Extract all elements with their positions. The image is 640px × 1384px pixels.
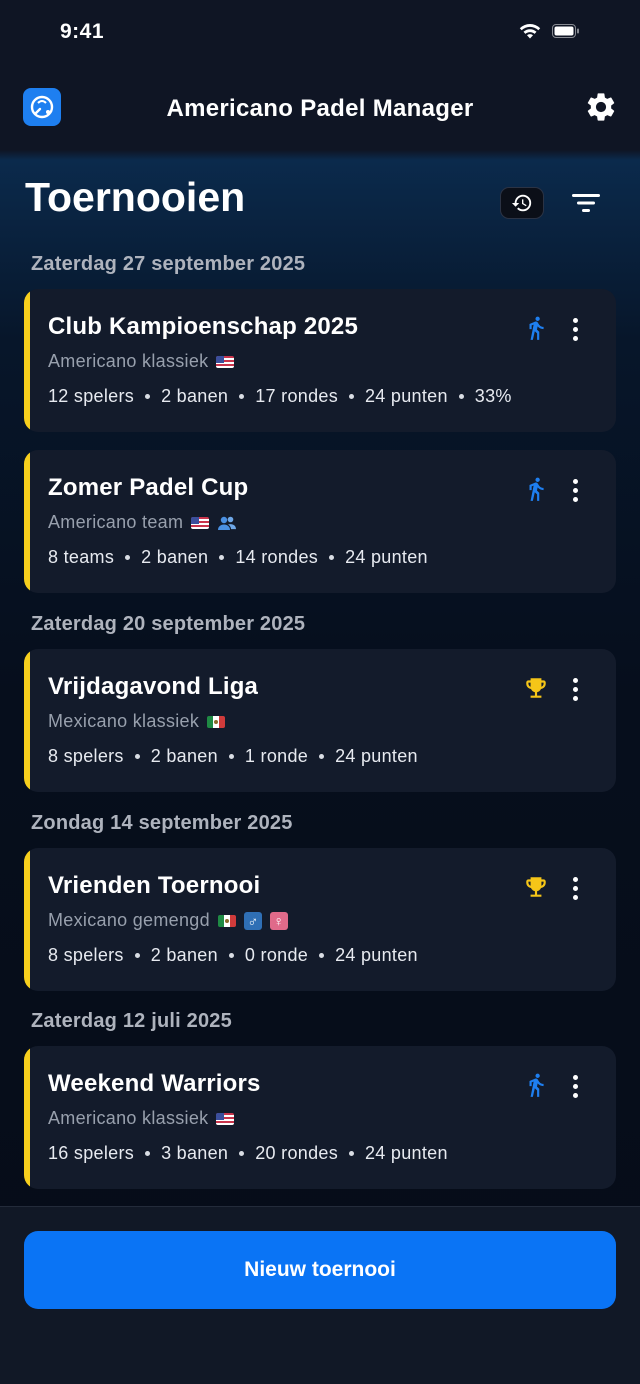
meta-rounds: 1 ronde [244,746,309,766]
new-tournament-button[interactable]: Nieuw toernooi [24,1231,616,1309]
meta-players: 12 spelers [48,386,135,406]
status-bar: 9:41 [0,0,640,68]
meta-rounds: 17 rondes [255,386,338,406]
more-options-icon[interactable] [564,476,586,504]
date-header: Zondag 14 september 2025 [31,812,293,834]
tournament-meta: 8 teams 2 banen 14 rondes 24 punten [48,547,428,568]
tournament-format: Americano klassiek [48,1108,235,1129]
mx-flag-icon [207,715,226,728]
history-icon [511,194,532,212]
more-options-icon[interactable] [564,315,586,343]
tournament-card[interactable]: Weekend Warriors Americano klassiek 16 s… [24,1046,616,1189]
more-options-icon[interactable] [564,1072,586,1100]
running-icon [521,313,551,343]
tournament-name: Zomer Padel Cup [48,474,249,501]
format-label: Mexicano gemengd [48,910,210,930]
settings-gear-icon[interactable] [584,90,618,124]
page-title: Toernooien [25,174,246,220]
meta-points: 24 punten [365,386,448,406]
meta-courts: 2 banen [141,547,209,567]
meta-rounds: 0 ronde [244,945,309,965]
card-accent-bar [24,1046,30,1189]
meta-players: 8 spelers [48,945,124,965]
format-label: Mexicano klassiek [48,711,200,731]
date-header: Zaterdag 12 juli 2025 [31,1010,232,1032]
date-header: Zaterdag 27 september 2025 [31,253,306,275]
meta-courts: 2 banen [150,945,218,965]
tournament-card[interactable]: Club Kampioenschap 2025 Americano klassi… [24,289,616,432]
meta-rounds: 14 rondes [235,547,319,567]
tournament-format: Mexicano gemengd ♂ ♀ [48,910,288,931]
status-icons [518,22,580,40]
meta-players: 8 spelers [48,746,124,766]
status-time: 9:41 [60,20,105,43]
card-accent-bar [24,289,30,432]
meta-progress: 33% [474,386,512,406]
female-icon: ♀ [269,911,288,930]
wifi-icon [519,24,541,39]
card-accent-bar [24,848,30,991]
format-label: Americano team [48,512,184,532]
tournament-card[interactable]: Zomer Padel Cup Americano team 8 teams 2… [24,450,616,593]
history-button[interactable] [500,187,544,219]
tournament-format: Mexicano klassiek [48,711,226,732]
filter-button[interactable] [568,188,604,218]
tournament-card[interactable]: Vrienden Toernooi Mexicano gemengd ♂ ♀ 8… [24,848,616,991]
date-header: Zaterdag 20 september 2025 [31,613,306,635]
trophy-icon [521,872,551,902]
tournament-format: Americano klassiek [48,351,235,372]
card-accent-bar [24,450,30,593]
running-icon [521,1070,551,1100]
card-accent-bar [24,649,30,792]
mx-flag-icon [217,914,236,927]
us-flag-icon [216,1112,235,1125]
format-label: Americano klassiek [48,1108,209,1128]
trophy-icon [521,673,551,703]
tournament-name: Vrienden Toernooi [48,872,261,899]
battery-icon [552,24,579,38]
us-flag-icon [216,355,235,368]
tournament-meta: 12 spelers 2 banen 17 rondes 24 punten 3… [48,386,512,407]
tournament-name: Vrijdagavond Liga [48,673,259,700]
meta-points: 24 punten [335,746,418,766]
more-options-icon[interactable] [564,874,586,902]
team-icon [217,515,237,531]
format-label: Americano klassiek [48,351,209,371]
meta-courts: 3 banen [161,1143,229,1163]
tournament-name: Weekend Warriors [48,1070,261,1097]
meta-points: 24 punten [335,945,418,965]
running-icon [521,474,551,504]
male-icon: ♂ [243,911,262,930]
meta-courts: 2 banen [161,386,229,406]
meta-rounds: 20 rondes [255,1143,338,1163]
tournament-name: Club Kampioenschap 2025 [48,313,359,340]
tournament-format: Americano team [48,512,237,533]
tournament-meta: 8 spelers 2 banen 0 ronde 24 punten [48,945,418,966]
meta-points: 24 punten [345,547,428,567]
tournament-meta: 16 spelers 3 banen 20 rondes 24 punten [48,1143,448,1164]
tournament-card[interactable]: Vrijdagavond Liga Mexicano klassiek 8 sp… [24,649,616,792]
app-title: Americano Padel Manager [166,95,474,122]
app-bar: Americano Padel Manager [0,68,640,150]
filter-icon [572,194,600,212]
meta-teams: 8 teams [48,547,115,567]
meta-players: 16 spelers [48,1143,135,1163]
tournament-meta: 8 spelers 2 banen 1 ronde 24 punten [48,746,418,767]
meta-courts: 2 banen [150,746,218,766]
more-options-icon[interactable] [564,675,586,703]
us-flag-icon [191,516,210,529]
meta-points: 24 punten [365,1143,448,1163]
